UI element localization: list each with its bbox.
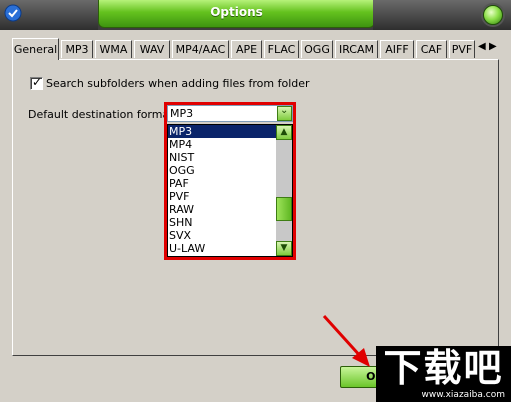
default-format-select[interactable]: MP3 ⌄	[167, 105, 293, 122]
list-item-mp3[interactable]: MP3	[168, 125, 277, 138]
close-button[interactable]	[483, 5, 503, 25]
checkmark-icon: ✓	[32, 75, 43, 89]
chevron-down-icon: ▼	[280, 243, 288, 253]
tab-flac[interactable]: FLAC	[264, 40, 299, 58]
list-item-pvf[interactable]: PVF	[168, 190, 277, 203]
tab-wav[interactable]: WAV	[134, 40, 170, 58]
list-scrollbar[interactable]: ▲ ▼	[276, 125, 292, 256]
search-subfolders-checkbox[interactable]: ✓	[30, 75, 43, 90]
list-item-mp4[interactable]: MP4	[168, 138, 277, 151]
title-bar[interactable]: Options	[0, 0, 511, 30]
list-item-raw[interactable]: RAW	[168, 203, 277, 216]
select-current-value: MP3	[170, 107, 194, 120]
tab-mp4-aac[interactable]: MP4/AAC	[172, 40, 229, 58]
tab-scroll-left-icon[interactable]: ◀	[478, 40, 486, 54]
tab-ape[interactable]: APE	[231, 40, 262, 58]
tab-aiff[interactable]: AIFF	[380, 40, 414, 58]
tab-ogg[interactable]: OGG	[301, 40, 333, 58]
tab-general[interactable]: General	[12, 38, 59, 60]
tab-pvf[interactable]: PVF	[449, 40, 475, 58]
title-plate: Options	[98, 0, 375, 28]
list-item-shn[interactable]: SHN	[168, 216, 277, 229]
list-item-svx[interactable]: SVX	[168, 229, 277, 242]
default-format-label: Default destination format	[28, 108, 174, 121]
tab-ircam[interactable]: IRCAM	[335, 40, 378, 58]
title-bar-right-section	[373, 0, 511, 30]
watermark-logo: 下载吧	[383, 346, 504, 390]
red-arrow-annotation	[322, 314, 370, 367]
tab-scroll-right-icon[interactable]: ▶	[489, 40, 497, 54]
list-item-u-law[interactable]: U-LAW	[168, 242, 277, 255]
scroll-down-button[interactable]: ▼	[276, 241, 292, 256]
chevron-up-icon: ▲	[280, 127, 288, 137]
tab-strip: General MP3 WMA WAV MP4/AAC APE FLAC OGG…	[12, 38, 499, 60]
window-title: Options	[210, 5, 263, 19]
chevron-down-icon: ⌄	[280, 105, 289, 116]
scroll-thumb[interactable]	[276, 197, 292, 221]
scroll-up-button[interactable]: ▲	[276, 125, 292, 140]
list-item-nist[interactable]: NIST	[168, 151, 277, 164]
title-bar-left-section	[0, 0, 98, 30]
watermark: 下载吧 www.xiazaiba.com	[376, 346, 511, 402]
tab-wma[interactable]: WMA	[95, 40, 132, 58]
format-dropdown-list[interactable]: MP3 MP4 NIST OGG PAF PVF RAW SHN SVX U-L…	[167, 124, 293, 257]
list-item-paf[interactable]: PAF	[168, 177, 277, 190]
search-subfolders-label[interactable]: Search subfolders when adding files from…	[46, 77, 310, 90]
watermark-url: www.xiazaiba.com	[421, 390, 505, 400]
dropdown-button[interactable]: ⌄	[277, 105, 292, 121]
list-item-ogg[interactable]: OGG	[168, 164, 277, 177]
app-icon	[4, 4, 22, 22]
tab-caf[interactable]: CAF	[416, 40, 447, 58]
tab-mp3[interactable]: MP3	[61, 40, 93, 58]
